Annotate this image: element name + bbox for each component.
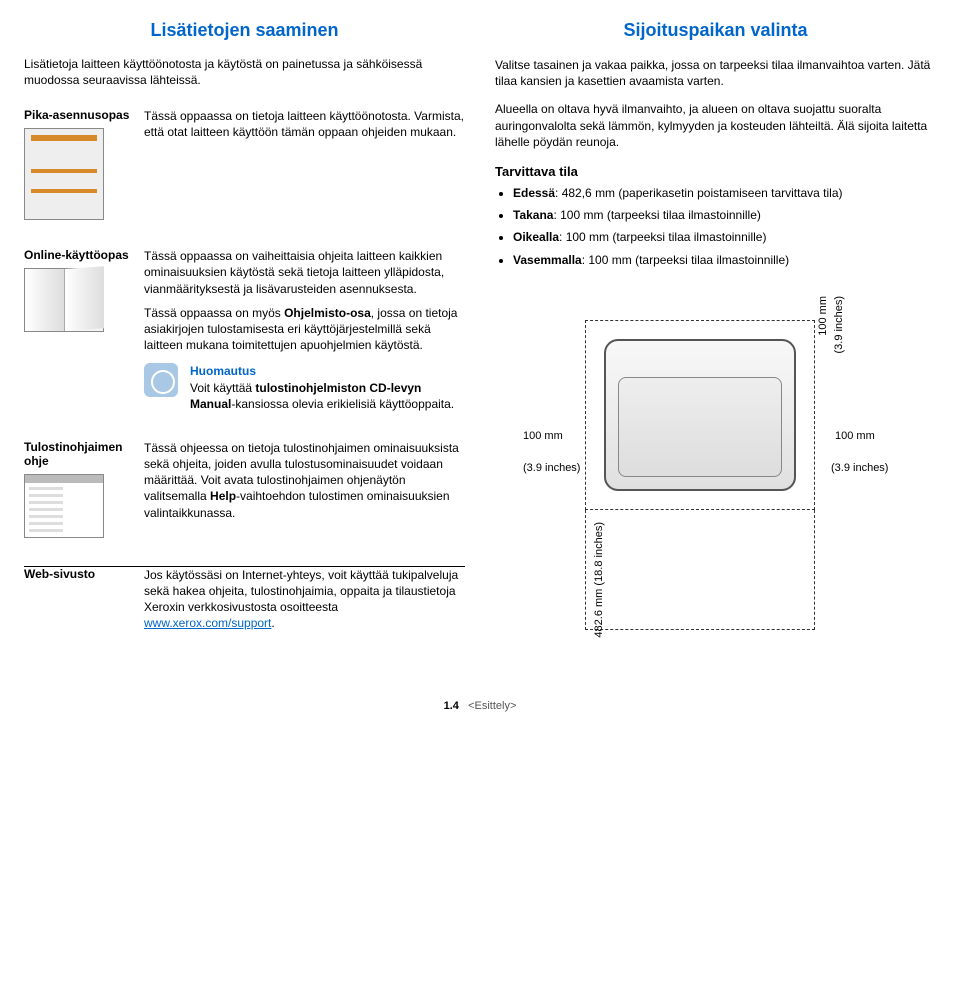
b2a: Takana	[513, 208, 553, 222]
window-icon	[24, 474, 104, 538]
b2b: : 100 mm (tarpeeksi tilaa ilmastoinnille…	[553, 208, 760, 222]
right-p1: Valitse tasainen ja vakaa paikka, jossa …	[495, 57, 936, 89]
b3a: Oikealla	[513, 230, 559, 244]
row-quick-desc: Tässä oppaassa on tietoja laitteen käytt…	[144, 108, 465, 248]
row-web-a: Jos käytössäsi on Internet-yhteys, voit …	[144, 568, 458, 614]
row-online-desc2: Tässä oppaassa on myös Ohjelmisto-osa, j…	[144, 305, 465, 354]
right-p2: Alueella on oltava hyvä ilmanvaihto, ja …	[495, 101, 936, 150]
dim-right-mm: 100 mm	[835, 430, 875, 442]
row-driver-desc: Tässä ohjeessa on tietoja tulostinohjaim…	[144, 440, 465, 567]
heading-left: Lisätietojen saaminen	[24, 20, 465, 41]
front-clearance-outline	[585, 510, 815, 630]
page-footer: 1.4 <Esittely>	[24, 700, 936, 712]
quick-guide-icon	[24, 128, 104, 220]
space-list: Edessä: 482,6 mm (paperikasetin poistami…	[495, 185, 936, 268]
clearance-diagram: 100 mm (3.9 inches) 100 mm (3.9 inches) …	[495, 290, 936, 640]
page-number: 1.4	[444, 700, 459, 712]
row-online-desc2a: Tässä oppaassa on myös	[144, 306, 284, 320]
note-c: -kansiossa olevia erikielisiä käyttöoppa…	[231, 397, 454, 411]
right-sub: Tarvittava tila	[495, 164, 936, 179]
dim-left-mm: 100 mm	[523, 430, 563, 442]
dim-top-in: (3.9 inches)	[833, 296, 845, 353]
b4b: : 100 mm (tarpeeksi tilaa ilmastoinnille…	[582, 253, 789, 267]
row-quick-title: Pika-asennusopas	[24, 108, 134, 122]
note-title: Huomautus	[190, 363, 465, 379]
b1a: Edessä	[513, 186, 555, 200]
guide-table: Pika-asennusopas Tässä oppaassa on tieto…	[24, 108, 465, 659]
row-driver-b: Help	[210, 489, 236, 503]
row-online-title: Online-käyttöopas	[24, 248, 134, 262]
row-web-b: .	[271, 616, 274, 630]
chapter-label: <Esittely>	[468, 700, 516, 712]
row-online-desc1: Tässä oppaassa on vaiheittaisia ohjeita …	[144, 248, 465, 297]
printer-outline	[585, 320, 815, 510]
b1b: : 482,6 mm (paperikasetin poistamiseen t…	[555, 186, 842, 200]
note-body: Voit käyttää tulostinohjelmiston CD-levy…	[190, 380, 465, 412]
row-web-desc: Jos käytössäsi on Internet-yhteys, voit …	[144, 566, 465, 659]
intro-left: Lisätietoja laitteen käyttöönotosta ja k…	[24, 57, 465, 88]
heading-right: Sijoituspaikan valinta	[495, 20, 936, 41]
b3b: : 100 mm (tarpeeksi tilaa ilmastoinnille…	[559, 230, 766, 244]
row-online-desc2b: Ohjelmisto-osa	[284, 306, 371, 320]
book-icon	[24, 268, 104, 332]
dim-top-mm: 100 mm	[817, 296, 829, 336]
dim-bottom: 482.6 mm (18.8 inches)	[593, 522, 605, 638]
row-web-title: Web-sivusto	[24, 567, 134, 581]
note-icon	[144, 363, 178, 397]
dim-left-in: (3.9 inches)	[523, 462, 580, 474]
note-a: Voit käyttää	[190, 381, 255, 395]
b4a: Vasemmalla	[513, 253, 582, 267]
note-block: Huomautus Voit käyttää tulostinohjelmist…	[144, 363, 465, 412]
row-driver-title: Tulostinohjaimen ohje	[24, 440, 134, 468]
printer-shape	[604, 339, 796, 491]
support-link[interactable]: www.xerox.com/support	[144, 616, 271, 630]
dim-right-in: (3.9 inches)	[831, 462, 888, 474]
